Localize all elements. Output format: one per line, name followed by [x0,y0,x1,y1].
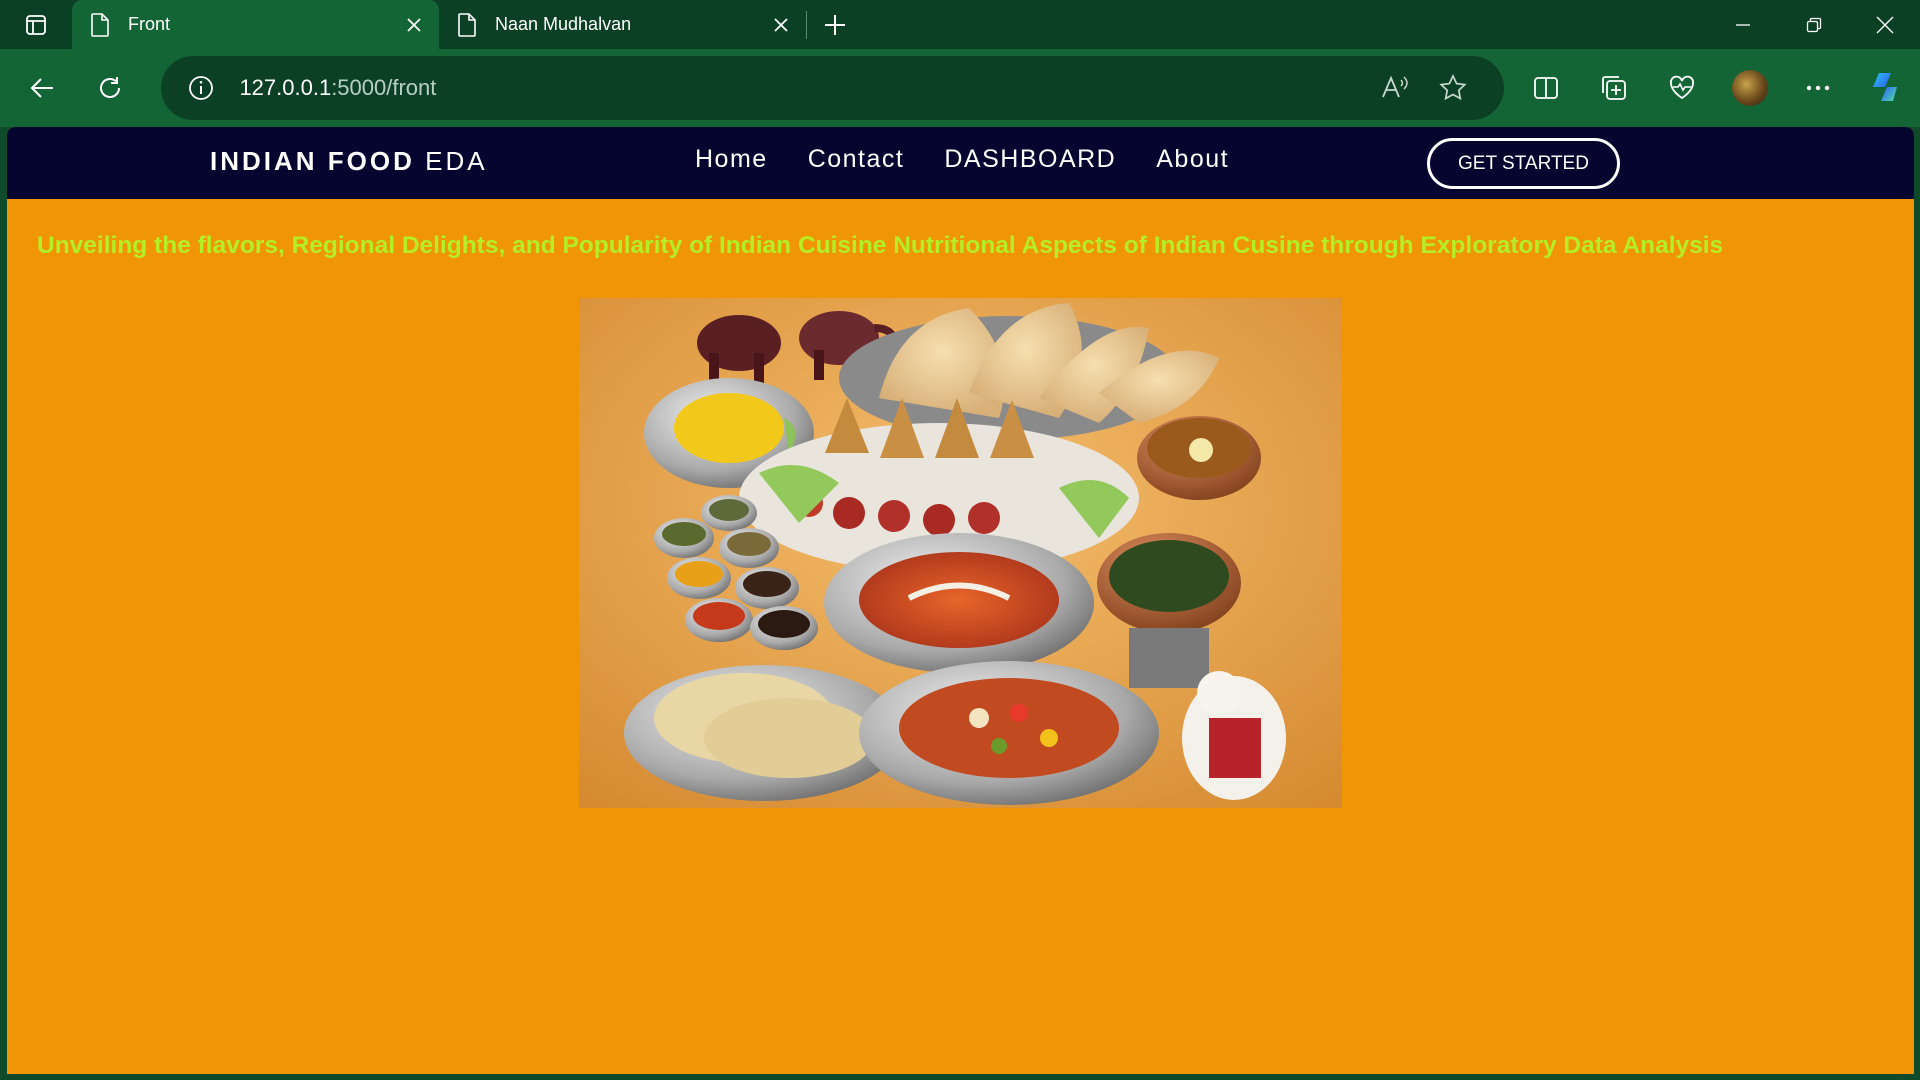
more-icon [1806,85,1830,91]
tab-naan-mudhalvan[interactable]: Naan Mudhalvan [439,0,806,49]
page-viewport: INDIAN FOOD EDA Home Contact DASHBOARD A… [7,127,1914,1074]
split-screen-button[interactable] [1512,60,1580,116]
toolbar-extensions [1512,60,1920,116]
read-aloud-button[interactable] [1366,64,1424,112]
profile-button[interactable] [1716,60,1784,116]
copilot-button[interactable] [1852,60,1920,116]
close-window-button[interactable] [1849,0,1920,49]
heart-pulse-icon [1670,75,1694,100]
minimize-button[interactable] [1707,0,1778,49]
favorite-button[interactable] [1424,64,1482,112]
window-controls [1707,0,1920,49]
nav-link-about[interactable]: About [1156,145,1229,174]
brand-name: INDIAN FOOD [210,146,415,176]
tab-strip: Front Naan Mudhalvan [0,0,1920,49]
document-icon [91,12,109,37]
url-text[interactable]: 127.0.0.1:5000/front [239,75,1366,101]
collections-icon [1602,76,1626,100]
tab-actions-button[interactable] [0,0,72,49]
nav-link-home[interactable]: Home [695,145,768,174]
nav-link-dashboard[interactable]: DASHBOARD [944,145,1116,174]
address-bar[interactable]: 127.0.0.1:5000/front [161,56,1504,120]
plus-icon [825,14,845,35]
minimize-icon [1735,23,1750,26]
nav-link-contact[interactable]: Contact [808,145,905,174]
copilot-icon [1873,73,1897,101]
tab-front[interactable]: Front [72,0,439,49]
url-host: 127.0.0.1 [239,75,332,100]
refresh-icon [99,77,120,98]
indian-food-hero-image [579,298,1342,808]
settings-and-more-button[interactable] [1784,60,1852,116]
get-started-button[interactable]: GET STARTED [1427,138,1620,189]
read-aloud-icon [1382,75,1408,98]
site-navbar: INDIAN FOOD EDA Home Contact DASHBOARD A… [7,127,1914,199]
brand-suffix: EDA [425,146,488,176]
close-tab-button[interactable] [403,14,425,36]
split-screen-icon [1534,77,1558,99]
nav-links: Home Contact DASHBOARD About [695,145,1269,174]
restore-button[interactable] [1778,0,1849,49]
tab-actions-icon [26,14,46,35]
star-icon [1439,74,1467,101]
url-path: :5000/front [331,75,437,100]
site-logo[interactable]: INDIAN FOOD EDA [210,146,488,177]
collections-button[interactable] [1580,60,1648,116]
back-arrow-icon [30,78,53,98]
avatar [1732,70,1768,106]
close-icon [407,17,421,32]
info-icon[interactable] [187,74,215,102]
close-icon [1876,16,1893,33]
browser-toolbar: 127.0.0.1:5000/front [0,49,1920,127]
browser-essentials-button[interactable] [1648,60,1716,116]
back-button[interactable] [8,60,76,116]
tab-title: Front [128,14,171,34]
tab-title: Naan Mudhalvan [495,14,632,34]
restore-icon [1806,17,1821,32]
refresh-button[interactable] [76,60,144,116]
document-icon [458,12,476,37]
close-tab-button[interactable] [770,14,792,36]
page-headline: Unveiling the flavors, Regional Delights… [37,232,1724,259]
new-tab-button[interactable] [807,0,863,49]
close-icon [774,17,788,32]
